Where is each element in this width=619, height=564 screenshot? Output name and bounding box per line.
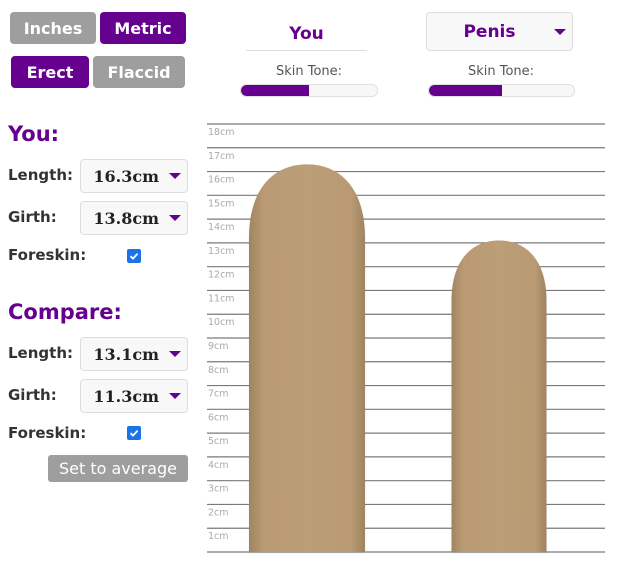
y-tick-label: 9cm — [208, 341, 229, 352]
y-tick-label: 6cm — [208, 412, 229, 423]
compare-type-value: Penis — [463, 22, 516, 42]
compare-length-value: 13.1cm — [93, 344, 159, 364]
y-tick-label: 11cm — [208, 293, 235, 304]
y-tick-label: 1cm — [208, 531, 229, 542]
erect-button[interactable]: Erect — [11, 56, 89, 88]
y-tick-label: 15cm — [208, 198, 235, 209]
you-length-select[interactable]: 16.3cm — [80, 159, 188, 193]
checkmark-icon — [129, 252, 139, 260]
y-tick-label: 7cm — [208, 389, 229, 400]
you-column-title: You — [289, 24, 324, 44]
y-tick-label: 17cm — [208, 151, 235, 162]
compare-length-select[interactable]: 13.1cm — [80, 337, 188, 371]
metric-button[interactable]: Metric — [100, 12, 186, 44]
compare-girth-value: 11.3cm — [93, 386, 159, 406]
compare-girth-select[interactable]: 11.3cm — [80, 379, 188, 413]
flaccid-button[interactable]: Flaccid — [93, 56, 185, 88]
compare-girth-label: Girth: — [8, 386, 57, 404]
inches-button[interactable]: Inches — [10, 12, 96, 44]
y-tick-label: 3cm — [208, 484, 229, 495]
you-title-underline — [246, 50, 367, 51]
y-tick-label: 16cm — [208, 175, 235, 186]
comparison-shape-you — [249, 164, 365, 552]
comparison-shape-penis — [451, 240, 547, 552]
you-girth-value: 13.8cm — [93, 208, 159, 228]
you-length-value: 16.3cm — [93, 166, 159, 186]
chevron-down-icon — [169, 173, 181, 179]
compare-foreskin-label: Foreskin: — [8, 424, 87, 442]
y-tick-label: 4cm — [208, 460, 229, 471]
compare-foreskin-checkbox[interactable] — [127, 426, 141, 440]
compare-skin-tone-label: Skin Tone: — [467, 64, 535, 79]
chevron-down-icon — [554, 29, 566, 35]
y-tick-label: 14cm — [208, 222, 235, 233]
chevron-down-icon — [169, 351, 181, 357]
compare-length-label: Length: — [8, 344, 73, 362]
you-foreskin-checkbox[interactable] — [127, 249, 141, 263]
you-girth-select[interactable]: 13.8cm — [80, 201, 188, 235]
you-heading: You: — [8, 122, 60, 146]
you-length-label: Length: — [8, 166, 73, 184]
compare-skin-tone-fill — [429, 85, 502, 96]
you-girth-label: Girth: — [8, 208, 57, 226]
y-tick-label: 10cm — [208, 317, 235, 328]
compare-type-select[interactable]: Penis — [426, 12, 573, 51]
checkmark-icon — [129, 429, 139, 437]
you-skin-tone-fill — [241, 85, 309, 96]
y-tick-label: 2cm — [208, 507, 229, 518]
y-tick-label: 8cm — [208, 365, 229, 376]
set-to-average-button[interactable]: Set to average — [48, 455, 188, 482]
you-skin-tone-slider[interactable] — [240, 84, 378, 97]
chevron-down-icon — [169, 215, 181, 221]
y-tick-label: 5cm — [208, 436, 229, 447]
compare-skin-tone-slider[interactable] — [428, 84, 575, 97]
compare-heading: Compare: — [8, 300, 122, 324]
you-foreskin-label: Foreskin: — [8, 246, 87, 264]
chevron-down-icon — [169, 393, 181, 399]
you-skin-tone-label: Skin Tone: — [275, 64, 343, 79]
y-tick-label: 12cm — [208, 270, 235, 281]
y-tick-label: 18cm — [208, 127, 235, 138]
y-tick-label: 13cm — [208, 246, 235, 257]
